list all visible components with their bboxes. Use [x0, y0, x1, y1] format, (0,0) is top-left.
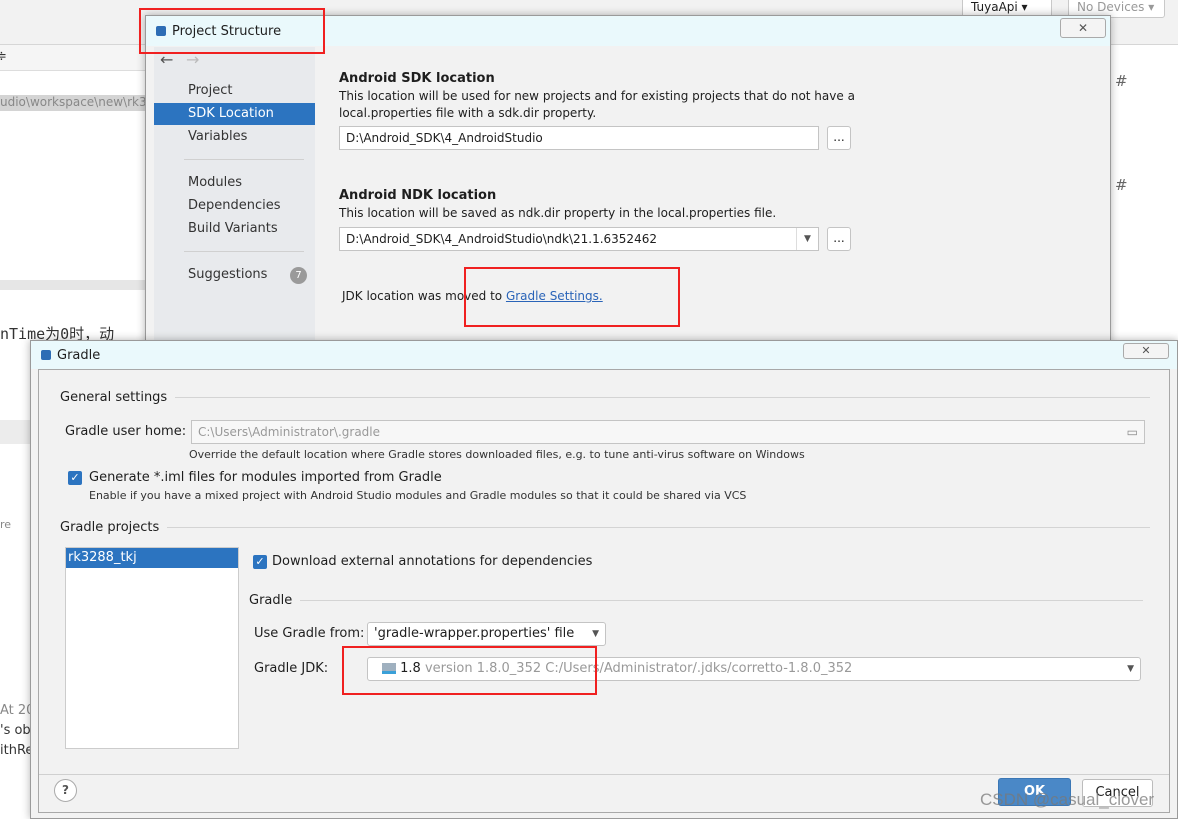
use-gradle-from-label: Use Gradle from:: [254, 626, 365, 641]
gradle-user-home-input[interactable]: C:\Users\Administrator\.gradle ▭: [191, 420, 1145, 444]
device-label: No Devices: [1077, 0, 1145, 14]
download-annotations-label: Download external annotations for depend…: [272, 554, 593, 569]
generate-iml-checkbox[interactable]: ✓: [68, 471, 82, 485]
section-heading: Gradle projects: [60, 520, 160, 535]
sdk-browse-button[interactable]: ...: [827, 126, 851, 150]
ide-tool-header: ≑: [0, 45, 150, 71]
sidebar-item-variables[interactable]: Variables: [154, 126, 315, 148]
ide-divider: [0, 280, 150, 290]
suggestions-label: Suggestions: [188, 267, 268, 282]
chevron-down-icon[interactable]: ▼: [796, 228, 818, 250]
close-button[interactable]: ✕: [1060, 18, 1106, 38]
gradle-projects-list: rk3288_tkj: [65, 547, 239, 749]
divider: [184, 251, 304, 252]
sidebar-item-modules[interactable]: Modules: [154, 172, 315, 194]
ndk-browse-button[interactable]: ...: [827, 227, 851, 251]
sdk-heading: Android SDK location: [339, 71, 495, 86]
divider: [184, 159, 304, 160]
general-settings-group: General settings: [60, 390, 1150, 405]
sdk-description: This location will be used for new proje…: [339, 89, 855, 103]
code-hash: #: [1115, 176, 1128, 194]
ide-glyph: ≑: [0, 49, 7, 64]
ndk-description: This location will be saved as ndk.dir p…: [339, 206, 777, 220]
code-hash: #: [1115, 72, 1128, 90]
use-gradle-from-value: 'gradle-wrapper.properties' file: [374, 626, 575, 641]
use-gradle-from-select[interactable]: 'gradle-wrapper.properties' file ▼: [367, 622, 606, 646]
gradle-jdk-label: Gradle JDK:: [254, 661, 329, 676]
ndk-location-combo[interactable]: D:\Android_SDK\4_AndroidStudio\ndk\21.1.…: [339, 227, 819, 251]
chevron-down-icon: ▼: [592, 629, 599, 639]
gradle-user-home-label: Gradle user home:: [65, 424, 187, 439]
gradle-user-home-value: C:\Users\Administrator\.gradle: [198, 425, 381, 439]
dialog-title: Gradle: [57, 347, 101, 363]
project-list-item[interactable]: rk3288_tkj: [66, 548, 238, 568]
highlight-box: [139, 8, 325, 54]
sidebar-item-suggestions[interactable]: Suggestions 7: [154, 264, 315, 286]
sidebar: ← → Project SDK Location Variables Modul…: [154, 47, 315, 347]
run-config-label: TuyaApi: [971, 0, 1018, 14]
help-button[interactable]: ?: [54, 779, 77, 802]
folder-icon[interactable]: ▭: [1127, 421, 1138, 443]
log-line: ithRe: [0, 743, 34, 758]
section-heading: Gradle: [249, 593, 293, 608]
sidebar-item-build-variants[interactable]: Build Variants: [154, 218, 315, 240]
sdk-description: local.properties file with a sdk.dir pro…: [339, 106, 597, 120]
sdk-location-input[interactable]: D:\Android_SDK\4_AndroidStudio: [339, 126, 819, 150]
download-annotations-checkbox[interactable]: ✓: [253, 555, 267, 569]
suggestions-badge: 7: [290, 267, 307, 284]
ndk-value: D:\Android_SDK\4_AndroidStudio\ndk\21.1.…: [346, 232, 657, 246]
gradle-user-home-hint: Override the default location where Grad…: [189, 448, 805, 461]
android-studio-icon: [41, 350, 51, 360]
gradle-projects-group: Gradle projects: [60, 520, 1150, 535]
gradle-settings-panel: General settings Gradle user home: C:\Us…: [38, 369, 1170, 813]
section-heading: General settings: [60, 390, 168, 405]
side-text: re: [0, 518, 12, 531]
sidebar-item-sdk-location[interactable]: SDK Location: [154, 103, 315, 125]
gradle-group: Gradle: [249, 593, 1143, 608]
dialog-titlebar: Gradle: [31, 341, 1177, 369]
project-path: udio\workspace\new\rk32: [0, 95, 150, 111]
generate-iml-label: Generate *.iml files for modules importe…: [89, 470, 442, 485]
sidebar-item-dependencies[interactable]: Dependencies: [154, 195, 315, 217]
divider: [39, 774, 1169, 775]
highlight-box: [342, 646, 597, 695]
chevron-down-icon: ▼: [1127, 664, 1134, 674]
gradle-dialog: Gradle ✕ General settings Gradle user ho…: [30, 340, 1178, 819]
ndk-heading: Android NDK location: [339, 188, 497, 203]
watermark: CSDN @casual_clover: [980, 790, 1155, 809]
sidebar-item-project[interactable]: Project: [154, 80, 315, 102]
close-button[interactable]: ✕: [1123, 343, 1169, 359]
highlight-box: [464, 267, 680, 327]
generate-iml-hint: Enable if you have a mixed project with …: [89, 489, 747, 502]
